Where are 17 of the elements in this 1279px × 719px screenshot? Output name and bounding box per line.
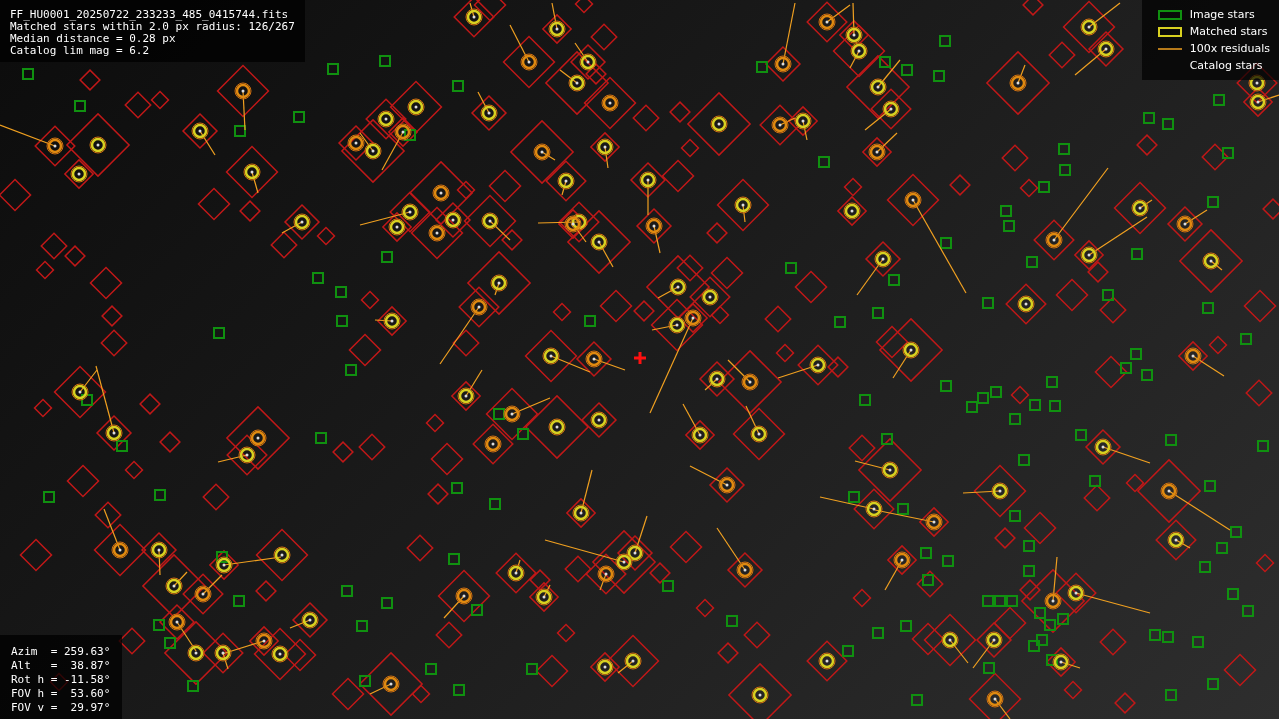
- info-text: Catalog lim mag = 6.2: [10, 45, 151, 57]
- line-swatch-icon: [1157, 47, 1182, 51]
- info-text: Median distance = 0.28 px: [10, 33, 177, 45]
- legend-label: 100x residuals: [1189, 40, 1270, 57]
- legend-label: Catalog stars: [1189, 57, 1263, 74]
- info-text: FF_HU0001_20250722_233233_485_0415744.fits: [10, 9, 290, 21]
- pointing-text: Azim = 259.63°: [11, 645, 111, 659]
- square-swatch-icon: [1157, 27, 1182, 37]
- pointing-text: Alt = 38.87°: [11, 659, 111, 673]
- legend-label: Image stars: [1189, 6, 1255, 23]
- legend-label: Matched stars: [1189, 23, 1268, 40]
- square-swatch-icon: [1157, 10, 1182, 20]
- center-cross-icon: [634, 352, 646, 364]
- info-text: Matched stars within 2.0 px radius: 126/267: [10, 21, 295, 33]
- pointing-text: FOV v = 29.97°: [11, 701, 111, 715]
- pointing-text: Rot h = -11.58°: [11, 673, 111, 687]
- pointing-text: FOV h = 53.60°: [11, 687, 111, 701]
